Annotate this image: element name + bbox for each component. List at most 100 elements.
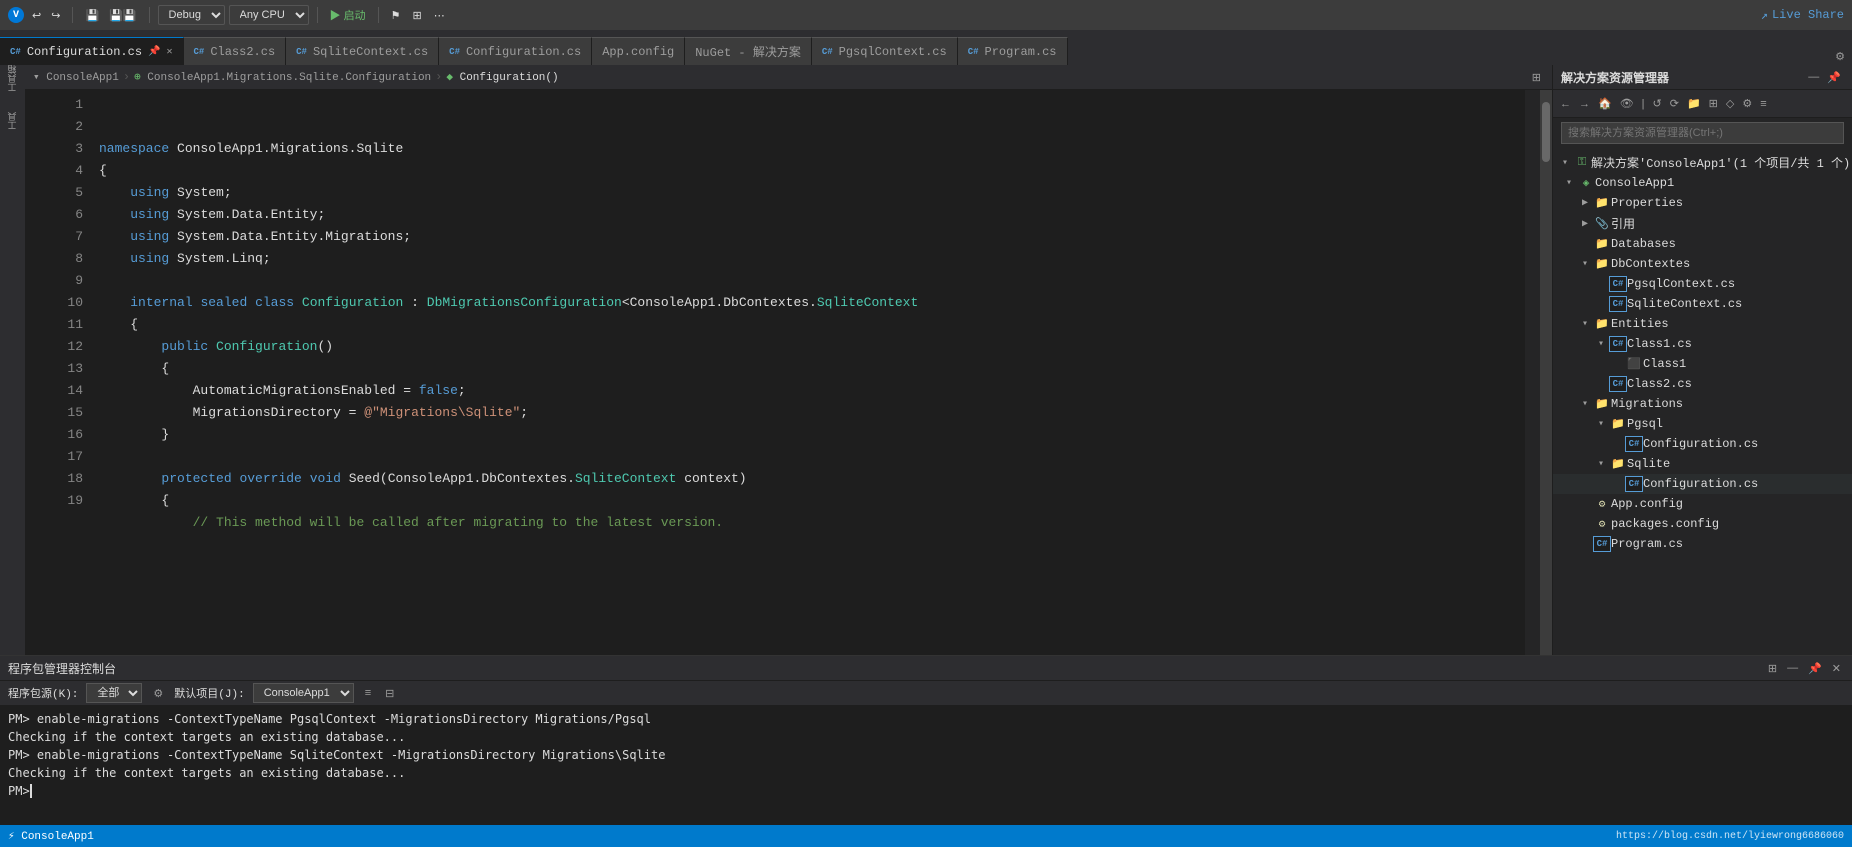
- toolbar-btn2[interactable]: ⊞: [408, 7, 425, 24]
- se-item-label: Program.cs: [1611, 537, 1852, 551]
- se-class1-cs[interactable]: ▾ C# Class1.cs: [1553, 334, 1852, 354]
- tab-list-button[interactable]: ⚙: [1832, 48, 1848, 65]
- toolbar-btn3[interactable]: ⋯: [430, 7, 449, 24]
- se-class1[interactable]: ⬛ Class1: [1553, 354, 1852, 374]
- pm-clear-button[interactable]: ⊟: [382, 685, 397, 702]
- pm-close-button[interactable]: ✕: [1829, 660, 1844, 677]
- se-item-label: Configuration.cs: [1643, 477, 1852, 491]
- scroll-thumb[interactable]: [1542, 102, 1550, 162]
- se-pgsqlcontext[interactable]: C# PgsqlContext.cs: [1553, 274, 1852, 294]
- tab-program-cs[interactable]: C# Program.cs: [958, 37, 1068, 65]
- tab-configuration-cs-2[interactable]: C# Configuration.cs: [439, 37, 592, 65]
- pm-project-dropdown[interactable]: ConsoleApp1: [253, 683, 354, 703]
- pm-list-button[interactable]: ≡: [362, 685, 374, 701]
- folder-icon: 📁: [1593, 256, 1611, 272]
- breadcrumb-namespace[interactable]: ⊕ ConsoleApp1.Migrations.Sqlite.Configur…: [134, 70, 431, 84]
- live-share-label[interactable]: Live Share: [1772, 8, 1844, 22]
- expand-arrow: ▶: [1577, 197, 1593, 209]
- code-content[interactable]: namespace ConsoleApp1.Migrations.Sqlite …: [91, 90, 1525, 655]
- code-editor[interactable]: 1 2 3 4 5 6 7 8 9 10 11 12 13 14 15 16 1: [25, 90, 1552, 655]
- pm-header: 程序包管理器控制台 ⊞ — 📌 ✕: [0, 656, 1852, 681]
- pm-settings-button[interactable]: ⊞: [1765, 660, 1780, 677]
- live-share-button[interactable]: ↗ Live Share: [1761, 8, 1844, 23]
- se-item-label: DbContextes: [1611, 257, 1852, 271]
- se-references[interactable]: ▶ 📎 引用: [1553, 213, 1852, 234]
- se-packages-config[interactable]: ⚙ packages.config: [1553, 514, 1852, 534]
- se-class2-cs[interactable]: C# Class2.cs: [1553, 374, 1852, 394]
- tab-pgsql-context[interactable]: C# PgsqlContext.cs: [812, 37, 958, 65]
- bottom-panel: 程序包管理器控制台 ⊞ — 📌 ✕ 程序包源(K): 全部 ⚙ 默认项目(J):…: [0, 655, 1852, 825]
- pm-console-content[interactable]: PM> enable-migrations -ContextTypeName P…: [0, 706, 1852, 825]
- cs-icon-4: C#: [449, 47, 460, 57]
- pm-pin-button[interactable]: 📌: [1805, 660, 1825, 677]
- toolbar-btn1[interactable]: ⚑: [387, 7, 405, 24]
- se-sqlite-config[interactable]: C# Configuration.cs: [1553, 474, 1852, 494]
- se-solution[interactable]: ▾ ⚿ 解决方案'ConsoleApp1'(1 个项目/共 1 个): [1553, 152, 1852, 173]
- se-pgsql-folder[interactable]: ▾ 📁 Pgsql: [1553, 414, 1852, 434]
- undo-button[interactable]: ↩: [28, 7, 45, 24]
- se-btn-settings[interactable]: ⚙: [1739, 95, 1755, 112]
- namespace-icon: ⊕: [134, 72, 141, 84]
- breadcrumb-method[interactable]: ◆ Configuration(): [446, 70, 558, 84]
- save-button[interactable]: 💾: [81, 7, 103, 24]
- side-icon-1[interactable]: 工具箱: [3, 69, 23, 89]
- se-btn-home[interactable]: 🏠: [1595, 95, 1615, 112]
- vertical-scrollbar[interactable]: [1540, 90, 1552, 655]
- editor-container: ▾ ConsoleApp1 › ⊕ ConsoleApp1.Migrations…: [25, 65, 1552, 655]
- se-databases[interactable]: 📁 Databases: [1553, 234, 1852, 254]
- se-migrations[interactable]: ▾ 📁 Migrations: [1553, 394, 1852, 414]
- se-sqlite-folder[interactable]: ▾ 📁 Sqlite: [1553, 454, 1852, 474]
- start-button[interactable]: ▶ 启动: [326, 5, 370, 25]
- tab-configuration-cs-1[interactable]: C# Configuration.cs 📌 ✕: [0, 37, 184, 65]
- se-btn-forward[interactable]: →: [1576, 96, 1593, 112]
- se-btn-props[interactable]: ⊞: [1706, 95, 1721, 112]
- se-tree: ▾ ⚿ 解决方案'ConsoleApp1'(1 个项目/共 1 个) ▾ ◈ C…: [1553, 148, 1852, 655]
- pm-source-label: 程序包源(K):: [8, 685, 78, 701]
- se-btn-new-folder[interactable]: 📁: [1684, 95, 1704, 112]
- configuration-dropdown[interactable]: Debug: [158, 5, 225, 25]
- save-all-button[interactable]: 💾💾: [105, 7, 140, 24]
- tab-nuget[interactable]: NuGet - 解决方案: [685, 37, 812, 65]
- se-sqlitecontext[interactable]: C# SqliteContext.cs: [1553, 294, 1852, 314]
- se-btn-sync[interactable]: ⟳: [1667, 95, 1682, 112]
- pm-line-2: Checking if the context targets an exist…: [8, 728, 1844, 746]
- breadcrumb-project[interactable]: ▾ ConsoleApp1: [33, 70, 119, 84]
- redo-button[interactable]: ↪: [47, 7, 64, 24]
- se-btn-back[interactable]: ←: [1557, 96, 1574, 112]
- class-icon: ⬛: [1625, 356, 1643, 372]
- se-program-cs[interactable]: C# Program.cs: [1553, 534, 1852, 554]
- pm-line-1: PM> enable-migrations -ContextTypeName P…: [8, 710, 1844, 728]
- ref-icon: 📎: [1593, 216, 1611, 232]
- pm-settings-icon[interactable]: ⚙: [150, 685, 166, 702]
- se-properties[interactable]: ▶ 📁 Properties: [1553, 193, 1852, 213]
- se-app-config[interactable]: ⚙ App.config: [1553, 494, 1852, 514]
- platform-dropdown[interactable]: Any CPU: [229, 5, 309, 25]
- tab-sqlite-context[interactable]: C# SqliteContext.cs: [286, 37, 439, 65]
- pm-source-dropdown[interactable]: 全部: [86, 683, 142, 703]
- se-btn-more[interactable]: ≡: [1757, 96, 1769, 112]
- se-toolbar: ← → 🏠 👁 | ↺ ⟳ 📁 ⊞ ◇ ⚙ ≡: [1553, 90, 1852, 118]
- project-dropdown-icon: ▾: [33, 72, 40, 84]
- expand-editor-button[interactable]: ⊞: [1529, 69, 1544, 86]
- se-project[interactable]: ▾ ◈ ConsoleApp1: [1553, 173, 1852, 193]
- se-search-input[interactable]: [1561, 122, 1844, 144]
- cs-file-icon: C#: [1625, 436, 1643, 452]
- tab-app-config[interactable]: App.config: [592, 37, 685, 65]
- se-item-label: Databases: [1611, 237, 1852, 251]
- tab-label: SqliteContext.cs: [313, 45, 428, 59]
- cs-icon-5: C#: [822, 47, 833, 57]
- se-btn-refresh[interactable]: ↺: [1650, 95, 1665, 112]
- se-item-label: Configuration.cs: [1643, 437, 1852, 451]
- se-pin-button[interactable]: 📌: [1824, 69, 1844, 86]
- side-icon-2[interactable]: 工具: [3, 111, 23, 131]
- tab-class2-cs[interactable]: C# Class2.cs: [184, 37, 287, 65]
- pm-minimize-button[interactable]: —: [1784, 660, 1801, 676]
- se-entities[interactable]: ▾ 📁 Entities: [1553, 314, 1852, 334]
- se-btn-show-all[interactable]: 👁: [1617, 95, 1637, 112]
- se-pgsql-config[interactable]: C# Configuration.cs: [1553, 434, 1852, 454]
- se-dbcontextes[interactable]: ▾ 📁 DbContextes: [1553, 254, 1852, 274]
- se-btn-preview[interactable]: ◇: [1723, 95, 1737, 112]
- expand-arrow: ▾: [1593, 458, 1609, 470]
- close-tab-button[interactable]: ✕: [166, 46, 172, 58]
- se-collapse-button[interactable]: —: [1805, 69, 1822, 86]
